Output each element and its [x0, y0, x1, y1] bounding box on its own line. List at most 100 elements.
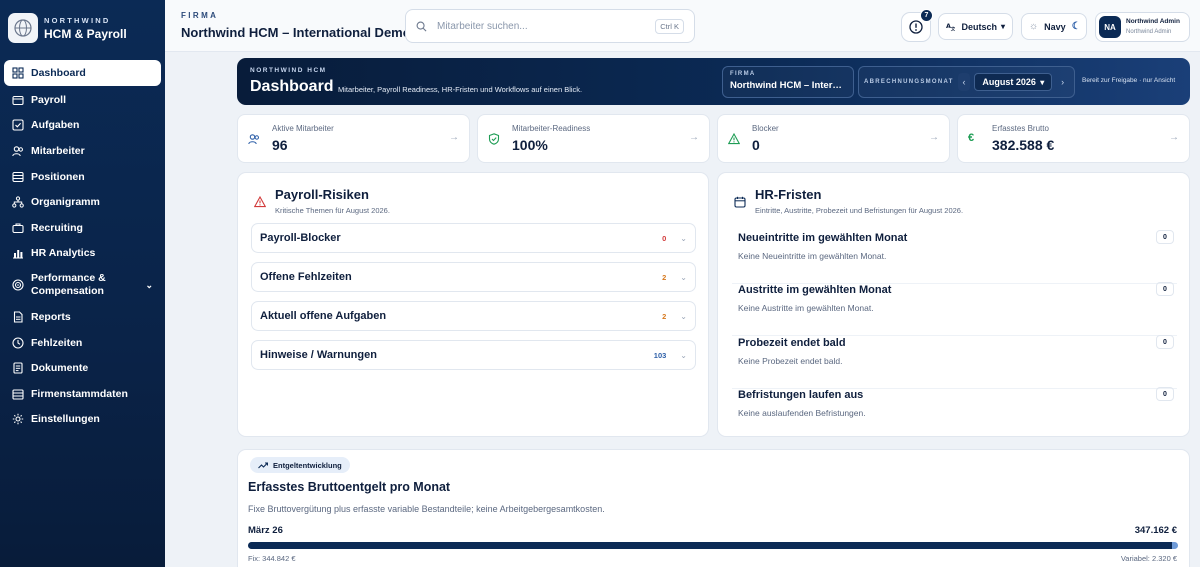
page-title: Dashboard [250, 78, 334, 95]
hero-banner: NORTHWIND HCM Dashboard Mitarbeiter, Pay… [237, 58, 1190, 105]
sidebar-item-payroll[interactable]: Payroll [4, 87, 161, 113]
kpi-value: 100% [512, 137, 548, 153]
hero-sup: NORTHWIND HCM [250, 67, 327, 74]
kpi-label: Mitarbeiter-Readiness [512, 124, 591, 133]
divider [732, 335, 1177, 336]
deadline-subtitle: Keine Neueintritte im gewählten Monat. [738, 251, 887, 261]
deadline-item[interactable]: Probezeit endet bald Keine Probezeit end… [732, 335, 1177, 389]
sidebar-item-einstellungen[interactable]: Einstellungen [4, 407, 161, 433]
risk-label: Offene Fehlzeiten [260, 271, 352, 283]
risk-item[interactable]: Aktuell offene Aufgaben 2 ⌄ [251, 301, 696, 331]
firma-label: FIRMA [181, 11, 219, 20]
sidebar-item-reports[interactable]: Reports [4, 304, 161, 330]
risk-count: 2 [662, 311, 667, 321]
sidebar-item-firmenstammdaten[interactable]: Firmenstammdaten [4, 381, 161, 407]
search-placeholder: Mitarbeiter suchen... [437, 20, 528, 32]
sidebar-item-dokumente[interactable]: Dokumente [4, 355, 161, 381]
moon-icon: ☾ [1071, 21, 1081, 32]
sidebar-item-aufgaben[interactable]: Aufgaben [4, 113, 161, 139]
org-icon [12, 196, 24, 208]
firma-select[interactable]: FIRMA Northwind HCM – International Demo [722, 66, 854, 98]
deadline-subtitle: Keine Probezeit endet bald. [738, 356, 843, 366]
chevron-down-icon: ▾ [1040, 77, 1045, 87]
arrow-right-icon: → [929, 132, 939, 143]
sidebar-item-label: Mitarbeiter [31, 144, 85, 157]
brand-name: HCM & Payroll [44, 26, 127, 41]
topbar: FIRMA Northwind HCM – International Demo… [165, 0, 1200, 52]
deadline-item[interactable]: Befristungen laufen aus Keine auslaufend… [732, 387, 1177, 425]
arrow-right-icon: → [1169, 132, 1179, 143]
risk-label: Payroll-Blocker [260, 232, 341, 244]
deadline-subtitle: Keine Austritte im gewählten Monat. [738, 303, 874, 313]
sidebar-item-fehlzeiten[interactable]: Fehlzeiten [4, 330, 161, 356]
chevron-down-icon: ⌄ [680, 311, 687, 321]
kpi-label: Erfasstes Brutto [992, 124, 1049, 133]
kpi-value: 382.588 € [992, 137, 1055, 153]
deadline-title: Austritte im gewählten Monat [738, 284, 892, 296]
risk-item[interactable]: Offene Fehlzeiten 2 ⌄ [251, 262, 696, 292]
sidebar-nav: Dashboard Payroll Aufgaben Mitarbeiter Posit… [0, 60, 165, 432]
risk-item[interactable]: Payroll-Blocker 0 ⌄ [251, 223, 696, 253]
sidebar-item-label: Einstellungen [31, 413, 100, 426]
sidebar-item-label: Aufgaben [31, 119, 80, 132]
brand[interactable]: NORTHWIND HCM & Payroll [0, 0, 165, 44]
risk-label: Aktuell offene Aufgaben [260, 310, 387, 322]
theme-label: Navy [1044, 21, 1066, 32]
sidebar-item-label: Recruiting [31, 221, 83, 234]
deadline-item[interactable]: Neueintritte im gewählten Monat Keine Ne… [732, 230, 1177, 284]
sidebar-item-mitarbeiter[interactable]: Mitarbeiter [4, 138, 161, 164]
deadline-title: Neueintritte im gewählten Monat [738, 232, 908, 244]
sidebar-item-hr-analytics[interactable]: HR Analytics [4, 241, 161, 267]
sidebar-item-label: Dokumente [31, 362, 89, 375]
search-input[interactable]: Mitarbeiter suchen... Ctrl K [405, 9, 695, 43]
sidebar-item-organigramm[interactable]: Organigramm [4, 189, 161, 215]
fix-label: Fix: 344.842 € [248, 554, 296, 563]
warning-icon [253, 195, 268, 209]
alert-count-badge: 7 [920, 9, 933, 22]
sidebar-item-recruiting[interactable]: Recruiting [4, 215, 161, 241]
kpi-card[interactable]: € Erfasstes Brutto 382.588 € → [957, 114, 1190, 163]
card-subtitle: Kritische Themen für August 2026. [275, 206, 390, 215]
month-select[interactable]: August 2026 ▾ [974, 73, 1053, 91]
sidebar-item-label: HR Analytics [31, 247, 96, 260]
wallet-icon [12, 94, 24, 106]
next-month-button[interactable]: › [1056, 73, 1069, 91]
target-icon [12, 279, 24, 291]
theme-toggle[interactable]: ☼ Navy ☾ [1021, 13, 1087, 40]
alert-circle-icon [909, 20, 923, 34]
month-select-value: August 2026 [982, 77, 1036, 87]
risk-item[interactable]: Hinweise / Warnungen 103 ⌄ [251, 340, 696, 370]
deadline-count: 0 [1156, 387, 1174, 401]
euro-icon: € [968, 132, 975, 144]
grid-icon [12, 67, 24, 79]
sidebar-item-label: Positionen [31, 170, 85, 183]
sidebar-item-dashboard[interactable]: Dashboard [4, 60, 161, 86]
prev-month-button[interactable]: ‹ [957, 73, 971, 91]
kpi-card[interactable]: Mitarbeiter-Readiness 100% → [477, 114, 710, 163]
user-menu[interactable]: NA Northwind Admin Northwind Admin [1095, 12, 1190, 42]
chart-icon [12, 247, 24, 259]
deadline-item[interactable]: Austritte im gewählten Monat Keine Austr… [732, 282, 1177, 336]
firma-name: Northwind HCM – International Demo [181, 25, 411, 40]
sidebar-item-performance[interactable]: Performance & Compensation ⌄ [4, 266, 161, 304]
language-select[interactable]: A文 Deutsch ▾ [938, 13, 1013, 40]
clock-icon [12, 336, 24, 349]
risk-label: Hinweise / Warnungen [260, 349, 377, 361]
gear-icon [12, 413, 24, 425]
chevron-down-icon: ⌄ [680, 272, 687, 282]
checkbox-icon [12, 119, 24, 131]
users-icon [12, 145, 24, 157]
user-sub: Northwind Admin [1126, 29, 1172, 35]
brand-sup: NORTHWIND [44, 15, 111, 25]
arrow-right-icon: → [449, 132, 459, 143]
firma-select-value: Northwind HCM – International Demo [730, 80, 846, 91]
section-title: Erfasstes Bruttoentgelt pro Monat [248, 480, 451, 494]
kpi-card[interactable]: Aktive Mitarbeiter 96 → [237, 114, 470, 163]
card-subtitle: Eintritte, Austritte, Probezeit und Befr… [755, 206, 964, 215]
section-pill-label: Entgeltentwicklung [273, 460, 342, 470]
warning-icon [727, 132, 742, 146]
sidebar-item-positionen[interactable]: Positionen [4, 164, 161, 190]
sidebar: NORTHWIND HCM & Payroll Dashboard Payroll… [0, 0, 165, 567]
building-icon [12, 388, 24, 400]
kpi-card[interactable]: Blocker 0 → [717, 114, 950, 163]
